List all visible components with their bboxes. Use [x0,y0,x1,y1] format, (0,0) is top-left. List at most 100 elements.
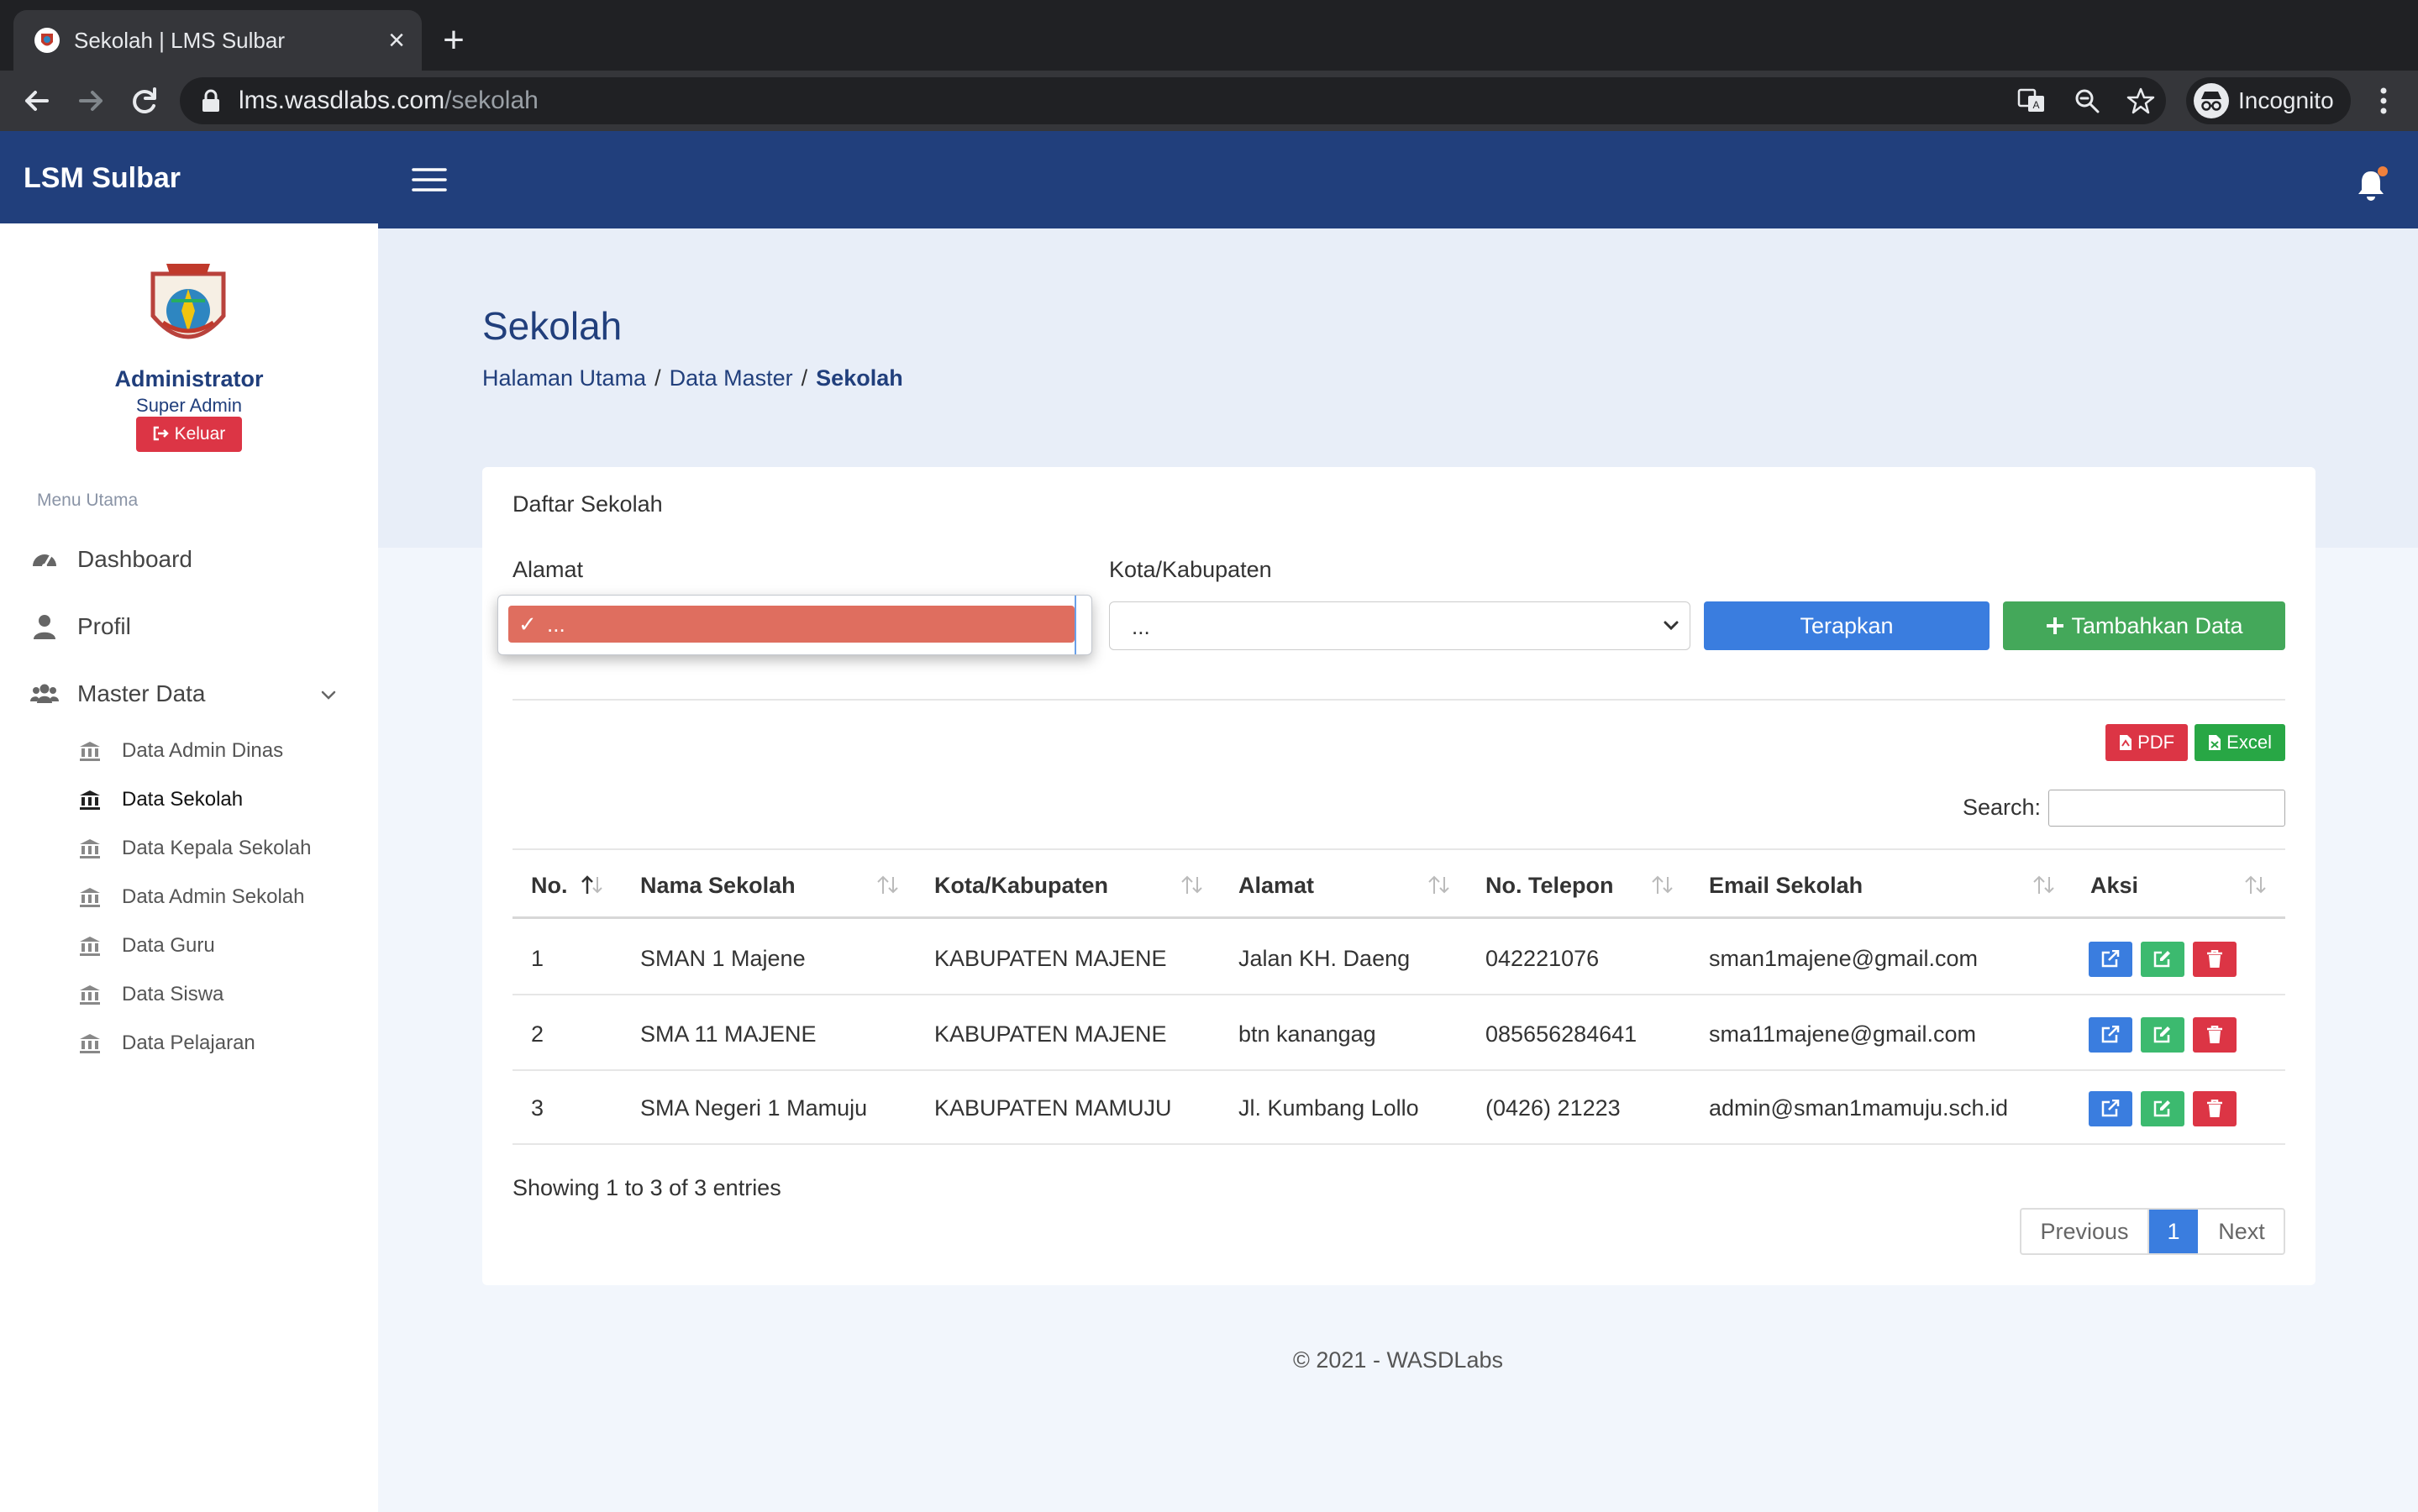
kota-select[interactable]: ... [1109,601,1690,650]
hamburger-menu-icon[interactable] [412,166,447,193]
col-header-aksi[interactable]: Aksi [2090,872,2138,899]
export-pdf-button[interactable]: PDF [2105,724,2188,761]
bookmark-star-icon[interactable] [2126,86,2156,116]
sort-icon[interactable] [2032,874,2057,895]
reload-icon[interactable] [124,81,165,121]
chevron-down-icon [1664,621,1679,631]
cell-kota: KABUPATEN MAJENE [934,946,1167,971]
col-header-nama[interactable]: Nama Sekolah [640,872,796,899]
cell-kota: KABUPATEN MAMUJU [934,1095,1172,1121]
col-header-alamat[interactable]: Alamat [1238,872,1314,899]
bank-icon [80,1034,100,1053]
zoom-icon[interactable] [2072,86,2102,116]
app-header: LSM Sulbar [0,131,2418,228]
tab-close-icon[interactable]: × [380,24,413,57]
col-header-no[interactable]: No. [531,872,568,899]
alamat-select-open[interactable]: ✓ ... [497,595,1092,655]
sort-icon[interactable] [1427,874,1452,895]
cell-telepon: 042221076 [1485,946,1600,971]
sort-asc-icon[interactable] [580,874,605,895]
incognito-indicator[interactable]: Incognito [2186,77,2351,124]
notification-bell-icon[interactable] [2352,165,2389,205]
bank-icon [80,937,100,956]
brand[interactable]: LSM Sulbar [0,131,378,223]
dashboard-icon [33,554,56,569]
pagination-next[interactable]: Next [2200,1210,2284,1253]
external-link-icon [2101,1100,2120,1117]
sidebar-item-master-data[interactable]: Master Data [0,669,378,719]
edit-button[interactable] [2141,1017,2184,1053]
kota-label: Kota/Kabupaten [1109,557,1272,582]
cell-email: admin@sman1mamuju.sch.id [1709,1095,2009,1121]
sidebar-item-profil[interactable]: Profil [0,601,378,652]
delete-button[interactable] [2193,1091,2237,1126]
edit-icon [2153,1026,2170,1043]
sign-out-icon [153,426,169,441]
export-excel-button[interactable]: Excel [2195,724,2285,761]
sidebar-subitem-data-sekolah[interactable]: Data Sekolah [0,778,378,822]
sidebar-subitem-data-kepala-sekolah[interactable]: Data Kepala Sekolah [0,827,378,870]
sidebar-subitem-data-admin-dinas[interactable]: Data Admin Dinas [0,729,378,773]
incognito-label: Incognito [2238,87,2334,113]
view-button[interactable] [2089,942,2132,977]
browser-menu-icon[interactable] [2371,81,2396,121]
bank-icon [80,888,100,907]
pagination-previous[interactable]: Previous [2021,1210,2149,1253]
translate-icon[interactable]: A [2016,86,2047,116]
sidebar-subitem-data-guru[interactable]: Data Guru [0,924,378,968]
sidebar-subitem-data-siswa[interactable]: Data Siswa [0,973,378,1016]
col-header-kota[interactable]: Kota/Kabupaten [934,872,1108,899]
breadcrumb-link-master[interactable]: Data Master [670,365,793,391]
back-icon[interactable] [17,81,57,121]
apply-filter-button[interactable]: Terapkan [1704,601,1990,650]
sidebar-subitem-data-admin-sekolah[interactable]: Data Admin Sekolah [0,875,378,919]
pagination: Previous 1 Next [2020,1208,2285,1255]
col-header-telepon[interactable]: No. Telepon [1485,872,1614,899]
view-button[interactable] [2089,1091,2132,1126]
card-title: Daftar Sekolah [513,491,663,517]
cell-telepon: 085656284641 [1485,1021,1637,1047]
cell-alamat: Jl. Kumbang Lollo [1238,1095,1419,1121]
school-list-card: Daftar Sekolah Alamat Kota/Kabupaten ✓ .… [482,467,2315,1285]
breadcrumb-link-home[interactable]: Halaman Utama [482,365,646,391]
edit-button[interactable] [2141,942,2184,977]
search-input[interactable] [2048,790,2285,827]
sort-icon[interactable] [1180,874,1205,895]
sort-icon[interactable] [2243,874,2268,895]
browser-tab[interactable]: Sekolah | LMS Sulbar × [13,10,422,71]
check-icon: ✓ [518,612,537,637]
delete-button[interactable] [2193,1017,2237,1053]
sidebar-subitem-label: Data Sekolah [122,788,244,811]
sort-icon[interactable] [875,874,901,895]
sidebar-subitem-label: Data Siswa [122,983,224,1005]
bank-icon [80,985,100,1005]
cell-nama: SMA 11 MAJENE [640,1021,817,1047]
table-row: 3 SMA Negeri 1 Mamuju KABUPATEN MAMUJU J… [513,1071,2285,1145]
sidebar-subitem-data-pelajaran[interactable]: Data Pelajaran [0,1021,378,1065]
forward-icon[interactable] [71,81,111,121]
external-link-icon [2101,950,2120,968]
browser-toolbar: lms.wasdlabs.com/sekolah A Incognito [0,71,2418,131]
new-tab-icon[interactable]: + [434,20,474,60]
col-header-email[interactable]: Email Sekolah [1709,872,1863,899]
sidebar-item-dashboard[interactable]: Dashboard [0,534,378,585]
address-bar[interactable]: lms.wasdlabs.com/sekolah A [180,77,2166,124]
add-data-label: Tambahkan Data [2071,613,2243,638]
breadcrumb-separator: / [654,365,661,391]
logout-button[interactable]: Keluar [136,417,242,452]
pagination-page-1[interactable]: 1 [2149,1210,2198,1253]
add-data-button[interactable]: Tambahkan Data [2003,601,2285,650]
cell-alamat: Jalan KH. Daeng [1238,946,1411,971]
plus-icon [2047,617,2064,634]
edit-button[interactable] [2141,1091,2184,1126]
cell-email: sman1majene@gmail.com [1709,946,1979,971]
cell-no: 3 [531,1095,544,1121]
export-excel-label: Excel [2226,732,2272,753]
divider [513,699,2285,701]
alamat-option-selected[interactable]: ✓ ... [508,606,1075,643]
delete-button[interactable] [2193,942,2237,977]
alamat-label: Alamat [513,557,584,582]
svg-text:A: A [2032,99,2039,111]
sort-icon[interactable] [1650,874,1675,895]
view-button[interactable] [2089,1017,2132,1053]
